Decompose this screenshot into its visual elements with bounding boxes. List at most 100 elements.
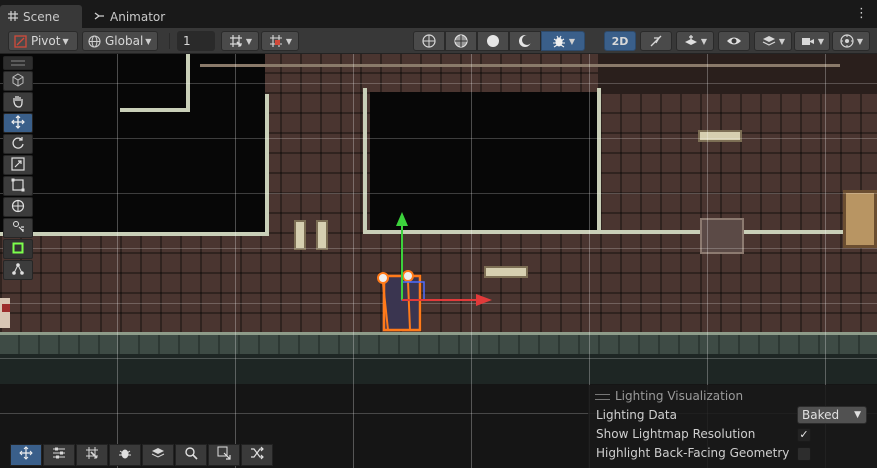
eye-icon <box>726 33 742 49</box>
debug-draw-mode-dropdown[interactable]: ▼ <box>541 31 585 51</box>
layers-icon <box>151 446 165 464</box>
bottom-layers-button[interactable] <box>142 444 174 466</box>
hierarchy-icon <box>11 262 25 279</box>
draw-mode-unlit-button[interactable] <box>509 31 541 51</box>
pivot-icon <box>12 33 28 49</box>
toggle-2d-label: 2D <box>611 34 629 48</box>
floor-tiles <box>0 332 877 354</box>
wall-lamp <box>484 266 528 278</box>
grid-visibility-toggle[interactable]: ▼ <box>221 31 259 51</box>
bottom-move-button[interactable] <box>10 444 42 466</box>
tab-scene[interactable]: Scene <box>0 5 82 28</box>
view-tool-button[interactable] <box>3 71 33 91</box>
picture-frame <box>700 218 744 254</box>
custom-tool-icon <box>11 220 25 237</box>
scene-visibility-toggle[interactable] <box>718 31 750 51</box>
window-sill-trim <box>363 230 603 234</box>
tool-palette <box>3 56 35 281</box>
grid-snap-value: 1 <box>183 34 191 48</box>
wall-lamp <box>316 220 328 250</box>
center-window-opening <box>370 92 598 232</box>
global-dropdown[interactable]: Global ▼ <box>82 31 158 51</box>
draw-mode-shaded-wire-button[interactable] <box>445 31 477 51</box>
chevron-down-icon: ▼ <box>700 36 708 46</box>
camera-dropdown[interactable]: ▼ <box>794 31 830 51</box>
upper-right-ceiling <box>598 54 877 94</box>
chevron-down-icon: ▼ <box>285 36 293 46</box>
wall-lamp <box>294 220 306 250</box>
ceiling-dark <box>0 54 265 94</box>
rotate-icon <box>11 136 25 153</box>
chevron-down-icon: ▼ <box>817 36 825 46</box>
grid-hatch-icon <box>85 446 99 464</box>
picker-icon <box>217 446 231 464</box>
hand-icon <box>11 94 25 111</box>
wall-edge-trim <box>265 94 269 236</box>
grid-icon <box>8 10 18 24</box>
shaded-sphere-icon <box>485 33 501 49</box>
green-square-icon <box>12 242 24 257</box>
pipe-trim <box>120 108 190 112</box>
global-label: Global <box>105 34 144 48</box>
transform-icon <box>11 199 25 216</box>
transform-tool-button[interactable] <box>3 197 33 217</box>
bottom-search-button[interactable] <box>175 444 207 466</box>
bottom-grid-button[interactable] <box>76 444 108 466</box>
ceiling-beam <box>200 64 840 67</box>
camera-icon <box>800 33 816 49</box>
draw-mode-shaded-button[interactable] <box>477 31 509 51</box>
scale-tool-button[interactable] <box>3 155 33 175</box>
ledge-trim <box>0 232 268 236</box>
pivot-dropdown[interactable]: Pivot ▼ <box>8 31 78 51</box>
tab-animator-label: Animator <box>110 9 166 24</box>
bottom-debug-button[interactable] <box>109 444 141 466</box>
chevron-down-icon: ▼ <box>245 36 253 46</box>
cube-icon <box>11 72 25 90</box>
left-opening <box>0 94 265 234</box>
audio-toggle[interactable]: ▼ <box>676 31 714 51</box>
highlight-back-facing-checkbox[interactable] <box>797 447 811 461</box>
rect-tool-button[interactable] <box>3 176 33 196</box>
sliders-icon <box>52 446 66 464</box>
chevron-down-icon: ▼ <box>568 36 576 46</box>
gizmos-dropdown[interactable]: ▼ <box>832 31 870 51</box>
painting <box>843 190 877 248</box>
rotate-tool-button[interactable] <box>3 134 33 154</box>
more-options-icon[interactable]: ⋮ <box>855 7 868 21</box>
tab-animator[interactable]: Animator <box>86 5 170 28</box>
window-edge-trim <box>363 88 367 234</box>
increment-snap-toggle[interactable]: ▼ <box>261 31 299 51</box>
move-icon <box>11 114 25 132</box>
tile-palette-toolbar <box>10 444 273 466</box>
show-lightmap-resolution-label: Show Lightmap Resolution <box>596 427 756 441</box>
toggle-2d-button[interactable]: 2D <box>604 31 636 51</box>
palette-drag-handle[interactable] <box>3 56 33 70</box>
draw-mode-wireframe-button[interactable] <box>413 31 445 51</box>
bottom-shuffle-button[interactable] <box>241 444 273 466</box>
show-lightmap-resolution-checkbox[interactable]: ✓ <box>797 428 811 442</box>
chevron-down-icon: ▼ <box>856 36 864 46</box>
bottom-settings-button[interactable] <box>43 444 75 466</box>
shaded-wire-sphere-icon <box>453 33 469 49</box>
bone-tool-button[interactable] <box>3 260 33 280</box>
lighting-data-value: Baked <box>802 408 840 422</box>
move-icon <box>19 446 33 464</box>
tab-bar: Scene Animator ⋮ <box>0 0 877 28</box>
sprite-shape-tool-button[interactable] <box>3 239 33 259</box>
chevron-down-icon: ▼ <box>62 36 69 46</box>
lighting-data-dropdown[interactable]: Baked ▼ <box>797 406 867 424</box>
panel-drag-handle[interactable] <box>595 394 610 400</box>
bottom-picker-button[interactable] <box>208 444 240 466</box>
grid-snap-input[interactable]: 1 <box>177 31 215 51</box>
layers-dropdown[interactable]: ▼ <box>754 31 792 51</box>
unlit-sphere-icon <box>517 33 533 49</box>
lighting-toggle[interactable] <box>640 31 672 51</box>
wall-lamp <box>698 130 742 142</box>
checkmark-icon: ✓ <box>799 428 809 441</box>
hand-tool-button[interactable] <box>3 92 33 112</box>
custom-tool-button[interactable] <box>3 218 33 238</box>
toolbar-divider <box>169 33 170 49</box>
move-tool-button[interactable] <box>3 113 33 133</box>
snap-increment-icon <box>268 33 284 49</box>
panel-title: Lighting Visualization <box>615 389 744 403</box>
